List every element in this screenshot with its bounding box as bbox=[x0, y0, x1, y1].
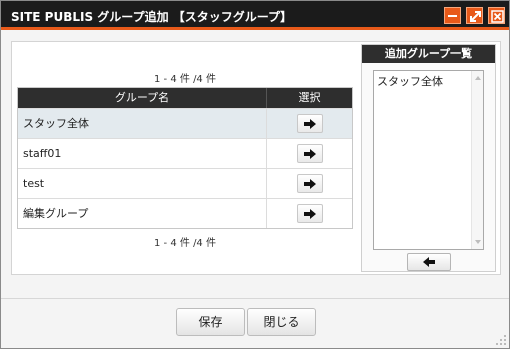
save-button[interactable]: 保存 bbox=[176, 308, 245, 336]
group-name-cell: staff01 bbox=[18, 139, 267, 168]
table-row[interactable]: 編集グループ bbox=[18, 198, 352, 228]
select-cell bbox=[267, 109, 352, 138]
list-item[interactable]: スタッフ全体 bbox=[374, 71, 483, 91]
arrow-right-icon bbox=[303, 148, 316, 159]
add-group-button[interactable] bbox=[296, 144, 323, 163]
title-bar[interactable]: SITE PUBLIS グループ追加 【スタッフグループ】 bbox=[1, 1, 509, 30]
group-name-cell: test bbox=[18, 169, 267, 198]
arrow-right-icon bbox=[303, 178, 316, 189]
group-table: グループ名 選択 スタッフ全体 staff01 test 編集グループ bbox=[17, 87, 353, 229]
maximize-button[interactable] bbox=[466, 7, 483, 24]
select-cell bbox=[267, 169, 352, 198]
list-scrollbar[interactable] bbox=[471, 71, 483, 249]
scroll-down-icon[interactable] bbox=[475, 240, 481, 244]
pager-top: 1 - 4 件 /4 件 bbox=[154, 74, 216, 85]
resize-grip-icon[interactable] bbox=[495, 334, 507, 346]
scroll-up-icon[interactable] bbox=[475, 76, 481, 80]
added-groups-list[interactable]: スタッフ全体 bbox=[373, 70, 484, 250]
remove-group-button[interactable] bbox=[407, 253, 451, 271]
arrow-left-icon bbox=[423, 257, 435, 267]
table-header: グループ名 選択 bbox=[18, 88, 352, 108]
table-row[interactable]: test bbox=[18, 168, 352, 198]
maximize-icon bbox=[470, 11, 481, 22]
add-group-button[interactable] bbox=[296, 114, 323, 133]
added-groups-title: 追加グループ一覧 bbox=[362, 45, 495, 63]
select-cell bbox=[267, 139, 352, 168]
minimize-button[interactable] bbox=[444, 7, 461, 24]
table-row[interactable]: スタッフ全体 bbox=[18, 108, 352, 138]
close-window-button[interactable] bbox=[488, 7, 505, 24]
add-group-button[interactable] bbox=[296, 174, 323, 193]
column-header-select: 選択 bbox=[298, 91, 321, 104]
added-groups-panel: 追加グループ一覧 スタッフ全体 bbox=[361, 44, 496, 272]
pager-bottom: 1 - 4 件 /4 件 bbox=[154, 238, 216, 249]
select-cell bbox=[267, 199, 352, 228]
close-icon bbox=[491, 10, 504, 23]
close-button[interactable]: 閉じる bbox=[247, 308, 316, 336]
dialog-window: SITE PUBLIS グループ追加 【スタッフグループ】 1 - 4 件 /4… bbox=[0, 0, 510, 349]
column-header-group-name: グループ名 bbox=[18, 88, 267, 108]
window-title: SITE PUBLIS グループ追加 【スタッフグループ】 bbox=[11, 10, 293, 24]
arrow-right-icon bbox=[303, 208, 316, 219]
content-panel: 1 - 4 件 /4 件 グループ名 選択 スタッフ全体 staff01 tes… bbox=[11, 41, 501, 275]
add-group-button[interactable] bbox=[296, 204, 323, 223]
table-row[interactable]: staff01 bbox=[18, 138, 352, 168]
group-name-cell: 編集グループ bbox=[18, 199, 267, 228]
arrow-right-icon bbox=[303, 118, 316, 129]
footer-divider bbox=[1, 298, 509, 299]
group-name-cell: スタッフ全体 bbox=[18, 109, 267, 138]
